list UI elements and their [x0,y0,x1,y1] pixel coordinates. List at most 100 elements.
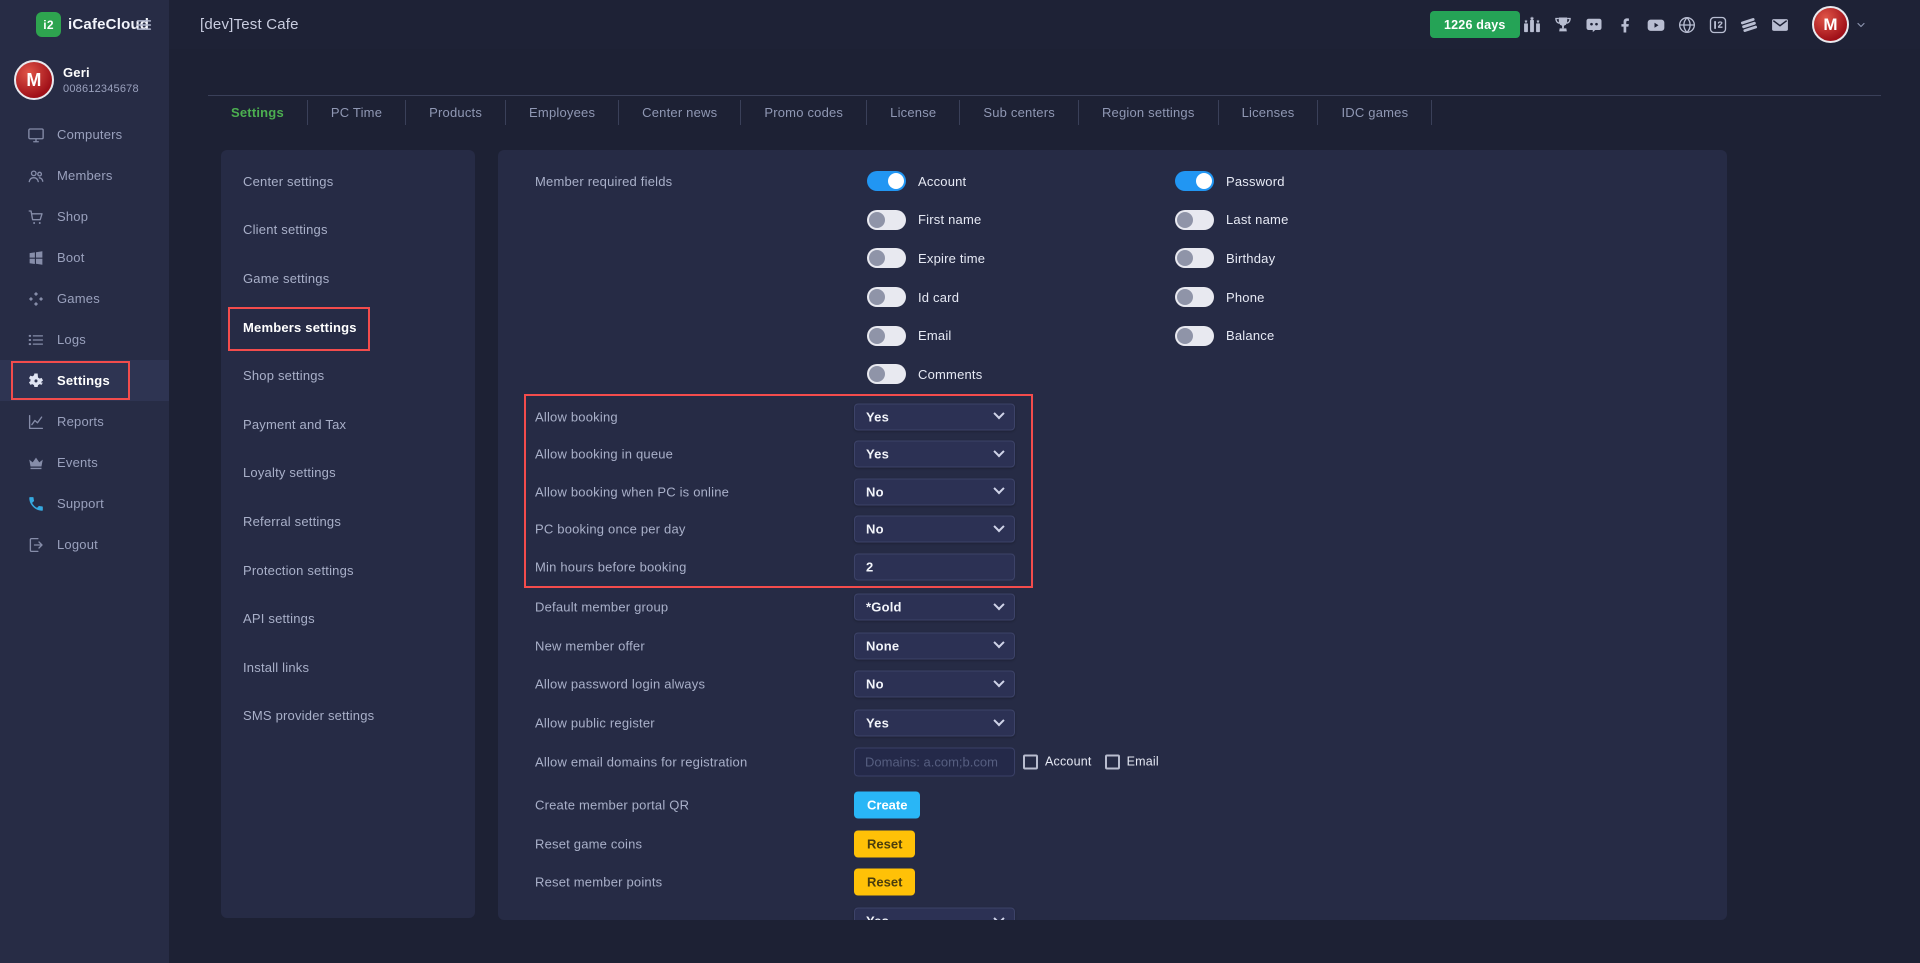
checkbox-account[interactable] [1023,754,1038,769]
toggle-birthday[interactable] [1175,248,1214,268]
menu-item-sms-provider-settings[interactable]: SMS provider settings [221,692,475,741]
profile-name: Geri [63,65,139,80]
select-pc-booking-once-per-day[interactable]: No [854,516,1015,543]
select-allow-public-register[interactable]: Yes [854,710,1015,737]
menu-item-members-settings[interactable]: Members settings [221,303,475,352]
toggle-password[interactable] [1175,171,1214,191]
tab-pc-time[interactable]: PC Time [308,100,406,125]
menu-item-loyalty-settings[interactable]: Loyalty settings [221,449,475,498]
toggle-balance[interactable] [1175,326,1214,346]
menu-item-payment-and-tax[interactable]: Payment and Tax [221,400,475,449]
discord-icon[interactable] [1584,15,1604,35]
toggle-first-name[interactable] [867,210,906,230]
sidebar-item-settings[interactable]: Settings [0,360,169,401]
select-value: None [866,638,995,653]
select-allow-booking-in-queue[interactable]: Yes [854,441,1015,468]
tab-employees[interactable]: Employees [506,100,619,125]
toggle-last-name[interactable] [1175,210,1214,230]
select-allow-booking-when-pc-is-online[interactable]: No [854,478,1015,505]
menu-item-api-settings[interactable]: API settings [221,594,475,643]
checkbox-label: Email [1127,755,1159,769]
toggle-row-account: Account [867,162,985,201]
toggle-email[interactable] [867,326,906,346]
sidebar-item-members[interactable]: Members [0,155,169,196]
sidebar-item-support[interactable]: Support [0,483,169,524]
tab-license[interactable]: License [867,100,960,125]
app-root: { "topbar": { "logo_text": "iCafeCloud",… [0,0,1920,963]
trophy-icon[interactable] [1553,15,1573,35]
tab-products[interactable]: Products [406,100,506,125]
form-row-control: Account Email [854,747,1164,776]
tab-sub-centers[interactable]: Sub centers [960,100,1079,125]
select-allow-password-login-always[interactable]: No [854,671,1015,698]
toggle-phone[interactable] [1175,287,1214,307]
globe-icon[interactable] [1677,15,1697,35]
reset-button-reset-game-coins[interactable]: Reset [854,830,915,857]
toggle-knob [1177,250,1193,266]
sidebar-item-games[interactable]: Games [0,278,169,319]
gear-icon [27,372,45,390]
leaderboard-icon[interactable] [1522,15,1542,35]
toggle-expire-time[interactable] [867,248,906,268]
menu-item-shop-settings[interactable]: Shop settings [221,351,475,400]
required-fields-column-2: PasswordLast nameBirthdayPhoneBalance [1175,162,1289,355]
select-value: Yes [866,447,995,462]
select-new-member-offer[interactable]: None [854,632,1015,659]
menu-item-protection-settings[interactable]: Protection settings [221,546,475,595]
tab-idc-games[interactable]: IDC games [1318,100,1432,125]
select-allow-booking[interactable]: Yes [854,403,1015,430]
create-button-create-member-portal-qr[interactable]: Create [854,792,920,819]
sidebar-item-logout[interactable]: Logout [0,524,169,565]
email-domains-input[interactable] [854,747,1015,776]
toggle-id-card[interactable] [867,287,906,307]
menu-item-client-settings[interactable]: Client settings [221,206,475,255]
toggle-row-expire-time: Expire time [867,239,985,278]
form-row-control: No [854,516,1015,543]
checkbox-label: Account [1045,755,1092,769]
tab-region-settings[interactable]: Region settings [1079,100,1219,125]
toggle-account[interactable] [867,171,906,191]
user-avatar[interactable]: M [1812,6,1849,43]
tab-promo-codes[interactable]: Promo codes [741,100,867,125]
mail-icon[interactable] [1770,15,1790,35]
sidebar-item-events[interactable]: Events [0,442,169,483]
required-fields-label: Member required fields [535,174,672,189]
select-partial[interactable]: Yes [854,908,1015,920]
tab-settings[interactable]: Settings [208,100,308,125]
checkbox-email[interactable] [1105,754,1120,769]
form-row-control: Reset [854,869,915,896]
icafecloud-logo-icon: i2 [36,12,61,37]
toggle-row-last-name: Last name [1175,201,1289,240]
cafe-title: [dev]Test Cafe [200,0,299,49]
youtube-icon[interactable] [1646,15,1666,35]
menu-item-label: Protection settings [243,563,354,578]
chevron-down-icon [993,446,1004,457]
sidebar-item-computers[interactable]: Computers [0,114,169,155]
menu-item-game-settings[interactable]: Game settings [221,254,475,303]
layers-icon[interactable] [1739,15,1759,35]
sidebar-item-boot[interactable]: Boot [0,237,169,278]
tab-licenses[interactable]: Licenses [1219,100,1319,125]
sidebar: M Geri 008612345678 ComputersMembersShop… [0,49,169,963]
license-days-badge[interactable]: 1226 days [1430,11,1520,38]
menu-item-label: Payment and Tax [243,417,346,432]
sidebar-item-label: Logs [57,332,86,347]
menu-item-center-settings[interactable]: Center settings [221,157,475,206]
sidebar-item-reports[interactable]: Reports [0,401,169,442]
sidebar-item-logs[interactable]: Logs [0,319,169,360]
select-default-member-group[interactable]: *Gold [854,594,1015,621]
sidebar-item-shop[interactable]: Shop [0,196,169,237]
menu-item-install-links[interactable]: Install links [221,643,475,692]
form-row-partial: Yes [524,902,1714,920]
reset-button-reset-member-points[interactable]: Reset [854,869,915,896]
menu-item-referral-settings[interactable]: Referral settings [221,497,475,546]
toggle-comments[interactable] [867,364,906,384]
menu-item-label: Members settings [243,320,357,335]
form-row-pc-booking-once-per-day: PC booking once per dayNo [526,511,1031,549]
icafecloud-icon[interactable] [1708,15,1728,35]
chevron-down-icon[interactable] [1855,19,1867,31]
menu-toggle-button[interactable] [135,16,153,34]
facebook-icon[interactable] [1615,15,1635,35]
tab-center-news[interactable]: Center news [619,100,741,125]
input-min-hours-before-booking[interactable]: 2 [854,553,1015,580]
